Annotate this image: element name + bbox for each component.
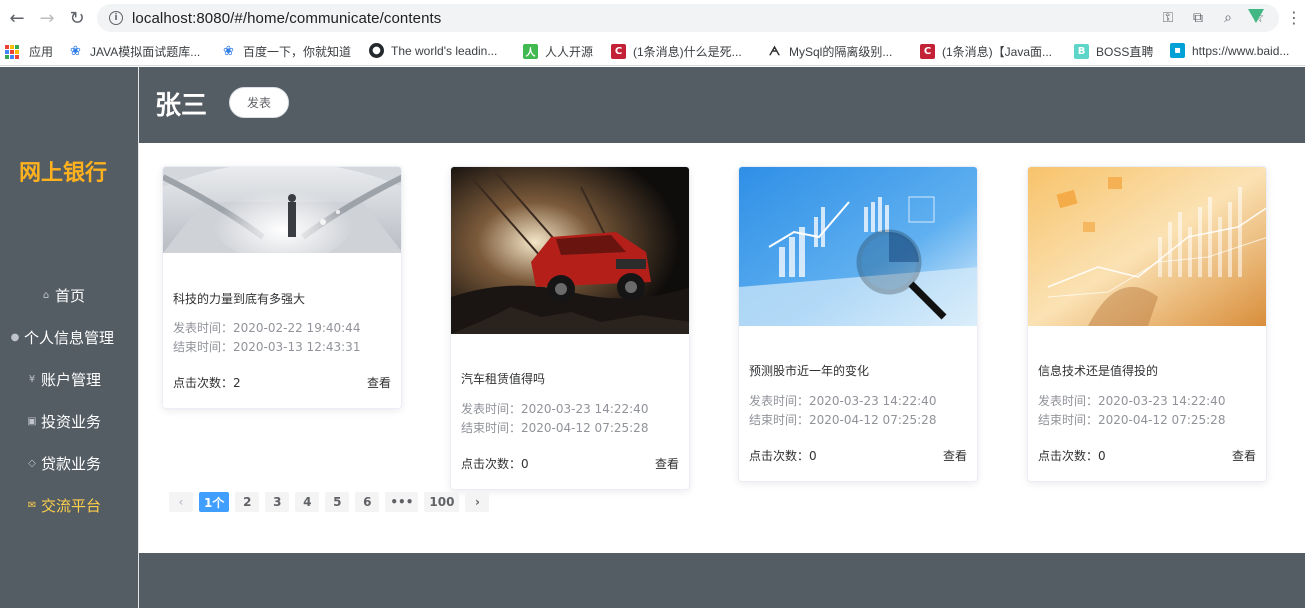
card-end-time: 结束时间：2020-03-13 12:43:31: [173, 340, 361, 354]
yen-icon: ¥: [28, 373, 36, 385]
card-view-link[interactable]: 查看: [1232, 447, 1256, 464]
zoom-icon[interactable]: ⌕: [1219, 10, 1237, 26]
page-button[interactable]: 4: [295, 492, 320, 512]
card-publish-time: 发表时间：2020-03-23 14:22:40: [749, 394, 937, 408]
bilibili-icon: ▪: [1170, 43, 1185, 58]
card-view-link[interactable]: 查看: [655, 455, 679, 472]
chrome-menu-icon[interactable]: ⋮: [1286, 8, 1302, 27]
forward-arrow-icon[interactable]: →: [32, 3, 62, 33]
bookmark-csdn-1[interactable]: C (1条消息)什么是死...: [611, 43, 742, 60]
browser-toolbar: ← → ↻ i localhost:8080/#/home/communicat…: [0, 0, 1305, 36]
article-card[interactable]: 预测股市近一年的变化 发表时间：2020-03-23 14:22:40 结束时间…: [738, 166, 978, 482]
paw-icon: ❀: [70, 44, 81, 59]
bookmark-bilibili[interactable]: ▪ https://www.baid...: [1170, 43, 1289, 58]
bookmark-baidu[interactable]: ❀ 百度一下，你就知道: [221, 43, 351, 60]
bookmark-boss[interactable]: B BOSS直聘: [1074, 43, 1153, 60]
csdn-icon: C: [611, 44, 626, 59]
card-publish-time: 发表时间：2020-03-23 14:22:40: [1038, 394, 1226, 408]
user-name: 张三: [155, 91, 208, 121]
page-button[interactable]: 3: [265, 492, 290, 512]
apps-grid-icon: [5, 44, 19, 59]
card-end-time: 结束时间：2020-04-12 07:25:28: [749, 413, 937, 427]
card-title[interactable]: 信息技术还是值得投的: [1038, 362, 1158, 379]
card-publish-time: 发表时间：2020-03-23 14:22:40: [461, 402, 649, 416]
card-clicks: 点击次数：0: [1038, 449, 1106, 463]
card-end-time: 结束时间：2020-04-12 07:25:28: [461, 421, 649, 435]
card-title[interactable]: 科技的力量到底有多强大: [173, 290, 305, 307]
address-bar[interactable]: i localhost:8080/#/home/communicate/cont…: [97, 4, 1279, 32]
card-view-link[interactable]: 查看: [943, 447, 967, 464]
boss-icon: B: [1074, 44, 1089, 59]
url-text[interactable]: localhost:8080/#/home/communicate/conten…: [132, 10, 441, 27]
article-card[interactable]: 科技的力量到底有多强大 发表时间：2020-02-22 19:40:44 结束时…: [162, 166, 402, 409]
card-end-time: 结束时间：2020-04-12 07:25:28: [1038, 413, 1226, 427]
page-button[interactable]: 5: [325, 492, 350, 512]
bookmark-java[interactable]: ❀ JAVA模拟面试题库...: [68, 43, 200, 60]
card-image[interactable]: [163, 167, 401, 253]
bookmark-renren[interactable]: 人 人人开源: [523, 43, 593, 60]
renren-icon: 人: [523, 44, 538, 59]
github-icon: ●: [369, 43, 384, 58]
scribble-icon: ᗅ: [768, 44, 781, 58]
footer-band: [139, 553, 1305, 608]
bookmark-mysql[interactable]: ᗅ MySql的隔离级别...: [767, 43, 893, 60]
app-header: 张三 发表: [139, 67, 1305, 143]
link-icon: ◇: [28, 457, 36, 469]
card-view-link[interactable]: 查看: [367, 374, 391, 391]
card-clicks: 点击次数：2: [173, 376, 241, 390]
app-logo: 网上银行: [18, 161, 107, 186]
article-card[interactable]: 信息技术还是值得投的 发表时间：2020-03-23 14:22:40 结束时间…: [1027, 166, 1267, 482]
bookmark-apps[interactable]: 应用: [5, 43, 53, 60]
bookmark-github[interactable]: ● The world's leadin...: [369, 43, 497, 58]
prev-page-button[interactable]: ‹: [169, 492, 193, 512]
card-title[interactable]: 汽车租赁值得吗: [461, 370, 545, 387]
page-button[interactable]: 2: [235, 492, 260, 512]
pagination: ‹ 1个 2 3 4 5 6 ••• 100 ›: [169, 492, 490, 512]
card-clicks: 点击次数：0: [749, 449, 817, 463]
sidebar-item-account[interactable]: ¥ 账户管理: [0, 364, 138, 394]
paw-icon: ❀: [223, 44, 234, 59]
sidebar-item-loan[interactable]: ◇ 贷款业务: [0, 448, 138, 478]
card-publish-time: 发表时间：2020-02-22 19:40:44: [173, 321, 361, 335]
card-title[interactable]: 预测股市近一年的变化: [749, 362, 869, 379]
sidebar-divider: [138, 67, 139, 608]
message-icon: ✉: [27, 499, 37, 511]
back-arrow-icon[interactable]: ←: [2, 3, 32, 33]
card-image[interactable]: [451, 167, 689, 334]
vue-devtools-icon[interactable]: [1248, 9, 1264, 23]
publish-button[interactable]: 发表: [229, 87, 289, 118]
sidebar-item-profile[interactable]: ● 个人信息管理: [0, 322, 138, 352]
page-button[interactable]: 6: [355, 492, 380, 512]
sidebar-item-community[interactable]: ✉ 交流平台: [0, 490, 138, 520]
more-pages-button[interactable]: •••: [385, 492, 419, 512]
translate-icon[interactable]: ⧉: [1189, 10, 1207, 26]
money-icon: ▣: [27, 415, 37, 427]
card-clicks: 点击次数：0: [461, 457, 529, 471]
card-image[interactable]: [1028, 167, 1266, 326]
page-button[interactable]: 1个: [199, 492, 230, 512]
reload-icon[interactable]: ↻: [62, 3, 92, 33]
card-image[interactable]: [739, 167, 977, 326]
bookmarks-bar: 应用 ❀ JAVA模拟面试题库... ❀ 百度一下，你就知道 ● The wor…: [0, 36, 1305, 66]
bookmark-csdn-2[interactable]: C (1条消息)【Java面...: [920, 43, 1052, 60]
csdn-icon: C: [920, 44, 935, 59]
sidebar-item-home[interactable]: ⌂ 首页: [0, 280, 138, 310]
sidebar-item-investment[interactable]: ▣ 投资业务: [0, 406, 138, 436]
home-icon: ⌂: [42, 289, 50, 301]
user-icon: ●: [10, 331, 20, 343]
key-icon[interactable]: ⚿: [1159, 10, 1177, 26]
info-icon[interactable]: i: [109, 11, 123, 25]
sidebar: 网上银行 ⌂ 首页 ● 个人信息管理 ¥ 账户管理 ▣ 投资业务 ◇ 贷款业务 …: [0, 67, 138, 608]
next-page-button[interactable]: ›: [465, 492, 490, 512]
article-card[interactable]: 汽车租赁值得吗 发表时间：2020-03-23 14:22:40 结束时间：20…: [450, 166, 690, 490]
page-button[interactable]: 100: [424, 492, 460, 512]
